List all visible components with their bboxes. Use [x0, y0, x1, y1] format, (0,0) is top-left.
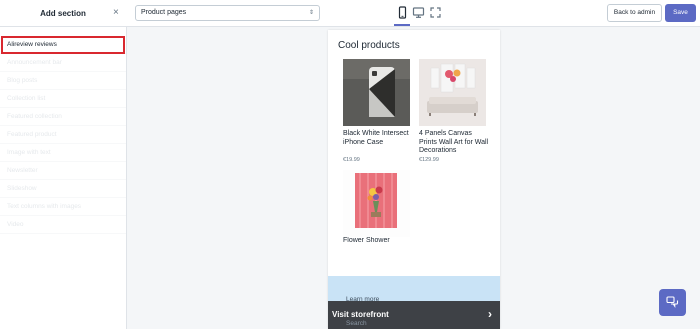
- page-select-value: Product pages: [141, 9, 187, 16]
- sidebar-item[interactable]: Collection list: [0, 90, 126, 108]
- product-image-canvas-panels[interactable]: [419, 59, 486, 126]
- sidebar-item[interactable]: Featured product: [0, 126, 126, 144]
- product-image-phone-case[interactable]: [343, 59, 410, 126]
- panel-title: Add section: [40, 9, 86, 18]
- desktop-icon[interactable]: [412, 6, 425, 19]
- product-title[interactable]: Black White Intersect iPhone Case: [343, 130, 413, 147]
- chat-button[interactable]: [659, 289, 686, 316]
- select-caret-icon: ⇕: [308, 10, 314, 16]
- storefront-preview: Cool products Black White Intersect iPho…: [328, 30, 500, 329]
- sidebar-item[interactable]: Newsletter: [0, 162, 126, 180]
- sidebar-item[interactable]: Video: [0, 216, 126, 234]
- mobile-icon[interactable]: [396, 6, 409, 19]
- visit-storefront-label: Visit storefront: [332, 310, 389, 319]
- top-bar: Add section × Product pages ⇕ Back to ad…: [0, 0, 700, 27]
- fullscreen-icon[interactable]: [429, 6, 442, 19]
- product-price: €19.99: [343, 157, 360, 163]
- chat-icon: [666, 296, 679, 308]
- back-to-admin-button[interactable]: Back to admin: [607, 4, 662, 22]
- add-section-sidebar: Alireview reviews Announcement bar Blog …: [0, 27, 127, 329]
- sidebar-item[interactable]: Blog posts: [0, 72, 126, 90]
- chevron-right-icon: ›: [488, 307, 492, 321]
- product-image-flower-shower[interactable]: [343, 170, 410, 237]
- product-title[interactable]: 4 Panels Canvas Prints Wall Art for Wall…: [419, 130, 489, 156]
- selected-item-highlight: [1, 36, 125, 54]
- product-title[interactable]: Flower Shower: [343, 237, 413, 243]
- sidebar-item[interactable]: Announcement bar: [0, 54, 126, 72]
- footer-search-text: Search: [346, 320, 367, 327]
- save-button[interactable]: Save: [665, 4, 696, 22]
- sidebar-item[interactable]: Featured collection: [0, 108, 126, 126]
- active-device-indicator: [394, 24, 410, 26]
- collection-title: Cool products: [338, 40, 400, 51]
- sidebar-item[interactable]: Text columns with images: [0, 198, 126, 216]
- close-icon[interactable]: ×: [113, 6, 119, 20]
- sidebar-item[interactable]: Slideshow: [0, 180, 126, 198]
- page-select[interactable]: Product pages ⇕: [135, 5, 320, 21]
- product-price: €129.99: [419, 157, 439, 163]
- sidebar-item[interactable]: Image with text: [0, 144, 126, 162]
